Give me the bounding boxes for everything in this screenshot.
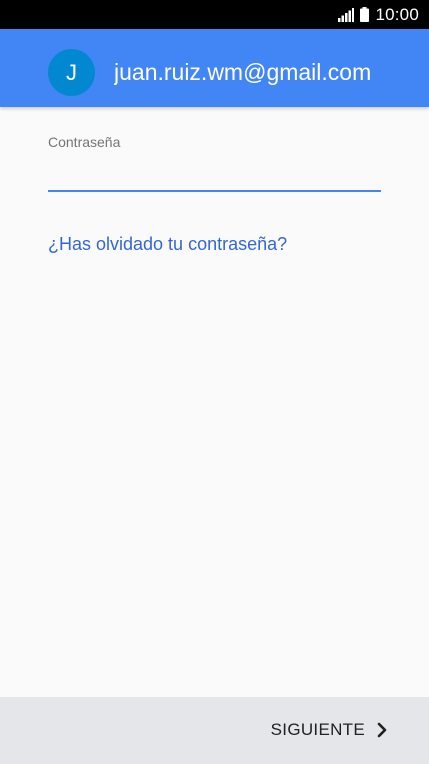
account-email: juan.ruiz.wm@gmail.com [114,59,372,85]
forgot-password-link[interactable]: ¿Has olvidado tu contraseña? [48,234,287,255]
account-header: J juan.ruiz.wm@gmail.com [0,29,429,107]
signal-icon [338,7,355,22]
password-input[interactable] [48,156,381,192]
chevron-right-icon [377,722,387,738]
status-time: 10:00 [375,4,419,24]
bottom-action-bar: SIGUIENTE [0,697,429,764]
status-bar-right: 10:00 [338,0,419,29]
status-bar: 10:00 [0,0,429,29]
avatar: J [48,49,95,96]
password-label: Contraseña [48,134,121,150]
battery-icon [360,7,370,22]
next-button[interactable]: SIGUIENTE [271,715,387,745]
next-button-label: SIGUIENTE [270,720,365,739]
